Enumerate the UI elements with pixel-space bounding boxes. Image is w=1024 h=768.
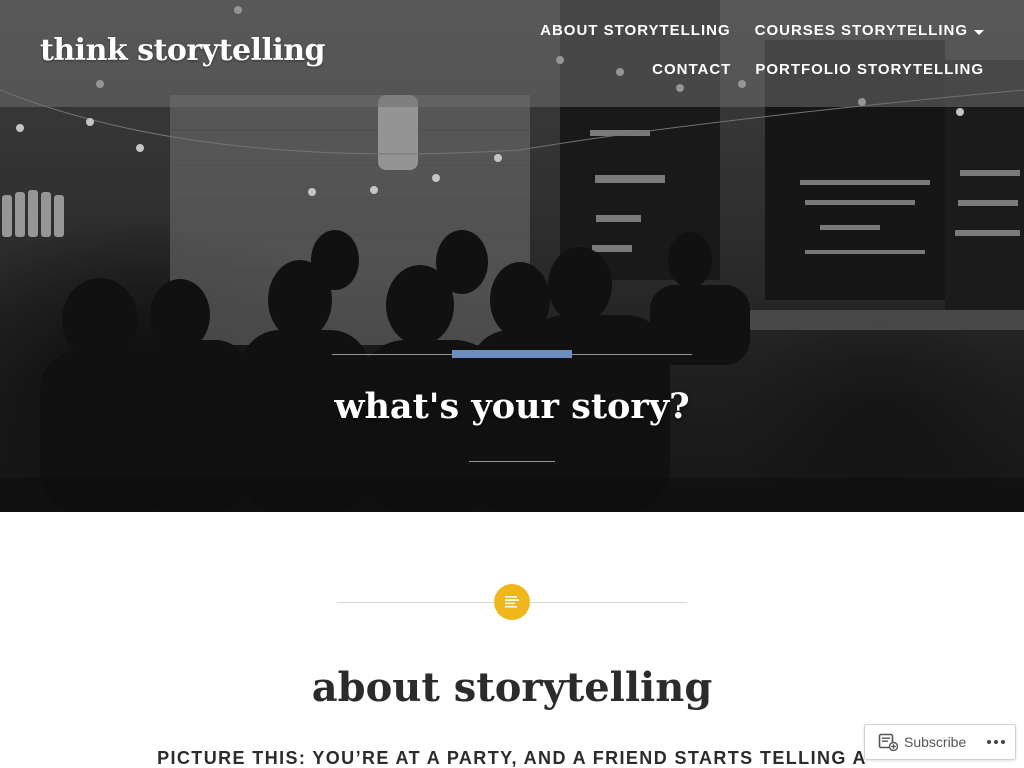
nav-item-about-storytelling[interactable]: ABOUT STORYTELLING: [540, 20, 731, 42]
hero-divider-bottom: [469, 461, 555, 462]
nav-item-label: ABOUT STORYTELLING: [540, 22, 731, 39]
subscribe-label: Subscribe: [904, 734, 967, 750]
more-options-button[interactable]: [985, 731, 1007, 753]
site-title-link[interactable]: think storytelling: [40, 33, 326, 68]
nav-item-label: CONTACT: [652, 61, 732, 78]
hero-heading: what's your story?: [334, 386, 690, 427]
follow-icon: [878, 733, 898, 751]
page-title: about storytelling: [311, 664, 713, 711]
nav-item-label: COURSES STORYTELLING: [754, 22, 968, 39]
primary-navigation: ABOUT STORYTELLING COURSES STORYTELLING …: [424, 20, 984, 81]
caret-down-icon: [974, 29, 984, 35]
nav-item-label: PORTFOLIO STORYTELLING: [755, 61, 984, 78]
text-lines-icon: [505, 596, 519, 608]
subscribe-button[interactable]: Subscribe: [865, 725, 974, 759]
post-divider-left: [337, 602, 494, 603]
hero-header: think storytelling ABOUT STORYTELLING CO…: [0, 0, 1024, 512]
nav-item-portfolio-storytelling[interactable]: PORTFOLIO STORYTELLING: [755, 59, 984, 81]
ellipsis-icon: [987, 740, 1005, 744]
nav-item-contact[interactable]: CONTACT: [652, 59, 731, 81]
subscribe-widget: Subscribe: [864, 724, 1016, 760]
nav-item-courses-storytelling[interactable]: COURSES STORYTELLING: [755, 20, 984, 42]
hero-accent-bar: [452, 350, 572, 358]
post-format-badge[interactable]: [494, 584, 530, 620]
post-divider-right: [530, 602, 687, 603]
